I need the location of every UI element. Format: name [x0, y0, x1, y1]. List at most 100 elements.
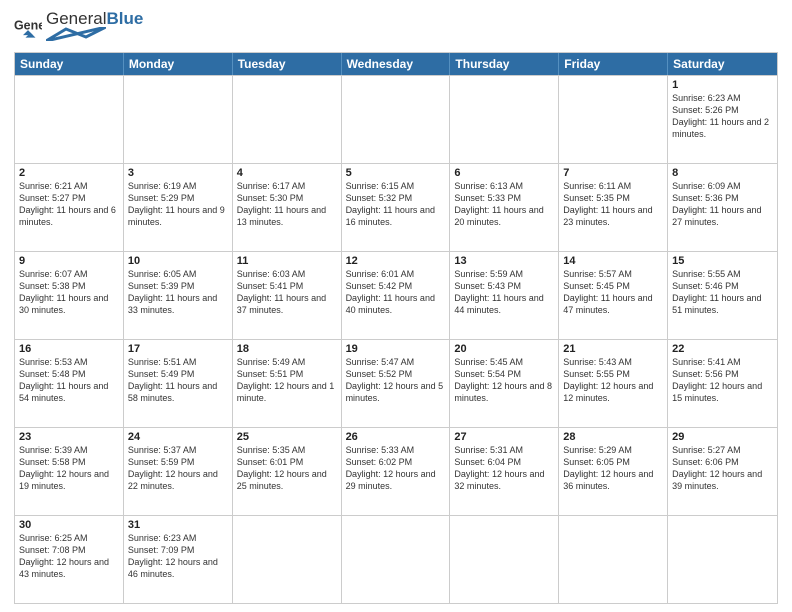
calendar-body: 1Sunrise: 6:23 AM Sunset: 5:26 PM Daylig…: [15, 75, 777, 603]
calendar-day-24: 24Sunrise: 5:37 AM Sunset: 5:59 PM Dayli…: [124, 428, 233, 515]
day-info: Sunrise: 6:13 AM Sunset: 5:33 PM Dayligh…: [454, 180, 554, 229]
calendar-row-3: 9Sunrise: 6:07 AM Sunset: 5:38 PM Daylig…: [15, 251, 777, 339]
day-info: Sunrise: 5:53 AM Sunset: 5:48 PM Dayligh…: [19, 356, 119, 405]
day-number: 25: [237, 431, 337, 443]
day-number: 24: [128, 431, 228, 443]
calendar-day-5: 5Sunrise: 6:15 AM Sunset: 5:32 PM Daylig…: [342, 164, 451, 251]
day-number: 13: [454, 255, 554, 267]
page: General GeneralBlue SundayMondayTuesdayW…: [0, 0, 792, 612]
calendar-day-26: 26Sunrise: 5:33 AM Sunset: 6:02 PM Dayli…: [342, 428, 451, 515]
day-info: Sunrise: 5:57 AM Sunset: 5:45 PM Dayligh…: [563, 268, 663, 317]
day-info: Sunrise: 5:43 AM Sunset: 5:55 PM Dayligh…: [563, 356, 663, 405]
calendar-day-6: 6Sunrise: 6:13 AM Sunset: 5:33 PM Daylig…: [450, 164, 559, 251]
calendar-day-25: 25Sunrise: 5:35 AM Sunset: 6:01 PM Dayli…: [233, 428, 342, 515]
day-info: Sunrise: 5:29 AM Sunset: 6:05 PM Dayligh…: [563, 444, 663, 493]
day-number: 8: [672, 167, 773, 179]
calendar-day-27: 27Sunrise: 5:31 AM Sunset: 6:04 PM Dayli…: [450, 428, 559, 515]
day-number: 16: [19, 343, 119, 355]
day-info: Sunrise: 6:23 AM Sunset: 5:26 PM Dayligh…: [672, 92, 773, 141]
calendar-day-empty: [15, 76, 124, 163]
calendar-day-16: 16Sunrise: 5:53 AM Sunset: 5:48 PM Dayli…: [15, 340, 124, 427]
day-info: Sunrise: 5:41 AM Sunset: 5:56 PM Dayligh…: [672, 356, 773, 405]
weekday-header-tuesday: Tuesday: [233, 53, 342, 75]
day-info: Sunrise: 5:39 AM Sunset: 5:58 PM Dayligh…: [19, 444, 119, 493]
calendar-row-6: 30Sunrise: 6:25 AM Sunset: 7:08 PM Dayli…: [15, 515, 777, 603]
day-info: Sunrise: 5:49 AM Sunset: 5:51 PM Dayligh…: [237, 356, 337, 405]
calendar: SundayMondayTuesdayWednesdayThursdayFrid…: [14, 52, 778, 604]
calendar-day-22: 22Sunrise: 5:41 AM Sunset: 5:56 PM Dayli…: [668, 340, 777, 427]
calendar-day-empty: [559, 516, 668, 603]
day-info: Sunrise: 5:27 AM Sunset: 6:06 PM Dayligh…: [672, 444, 773, 493]
calendar-day-14: 14Sunrise: 5:57 AM Sunset: 5:45 PM Dayli…: [559, 252, 668, 339]
day-info: Sunrise: 6:25 AM Sunset: 7:08 PM Dayligh…: [19, 532, 119, 581]
calendar-day-30: 30Sunrise: 6:25 AM Sunset: 7:08 PM Dayli…: [15, 516, 124, 603]
day-number: 27: [454, 431, 554, 443]
day-info: Sunrise: 6:01 AM Sunset: 5:42 PM Dayligh…: [346, 268, 446, 317]
day-info: Sunrise: 6:09 AM Sunset: 5:36 PM Dayligh…: [672, 180, 773, 229]
calendar-day-31: 31Sunrise: 6:23 AM Sunset: 7:09 PM Dayli…: [124, 516, 233, 603]
day-number: 20: [454, 343, 554, 355]
day-number: 17: [128, 343, 228, 355]
day-number: 29: [672, 431, 773, 443]
calendar-day-12: 12Sunrise: 6:01 AM Sunset: 5:42 PM Dayli…: [342, 252, 451, 339]
day-number: 31: [128, 519, 228, 531]
day-info: Sunrise: 5:51 AM Sunset: 5:49 PM Dayligh…: [128, 356, 228, 405]
day-info: Sunrise: 5:35 AM Sunset: 6:01 PM Dayligh…: [237, 444, 337, 493]
weekday-header-friday: Friday: [559, 53, 668, 75]
day-number: 3: [128, 167, 228, 179]
day-number: 28: [563, 431, 663, 443]
day-number: 10: [128, 255, 228, 267]
day-info: Sunrise: 6:23 AM Sunset: 7:09 PM Dayligh…: [128, 532, 228, 581]
day-number: 9: [19, 255, 119, 267]
calendar-day-empty: [668, 516, 777, 603]
calendar-day-2: 2Sunrise: 6:21 AM Sunset: 5:27 PM Daylig…: [15, 164, 124, 251]
calendar-header: SundayMondayTuesdayWednesdayThursdayFrid…: [15, 53, 777, 75]
calendar-row-2: 2Sunrise: 6:21 AM Sunset: 5:27 PM Daylig…: [15, 163, 777, 251]
logo-blue: Blue: [106, 9, 143, 28]
calendar-day-empty: [124, 76, 233, 163]
weekday-header-sunday: Sunday: [15, 53, 124, 75]
day-number: 14: [563, 255, 663, 267]
calendar-day-17: 17Sunrise: 5:51 AM Sunset: 5:49 PM Dayli…: [124, 340, 233, 427]
weekday-header-monday: Monday: [124, 53, 233, 75]
calendar-day-3: 3Sunrise: 6:19 AM Sunset: 5:29 PM Daylig…: [124, 164, 233, 251]
calendar-day-15: 15Sunrise: 5:55 AM Sunset: 5:46 PM Dayli…: [668, 252, 777, 339]
calendar-row-1: 1Sunrise: 6:23 AM Sunset: 5:26 PM Daylig…: [15, 75, 777, 163]
weekday-header-thursday: Thursday: [450, 53, 559, 75]
day-number: 22: [672, 343, 773, 355]
calendar-day-23: 23Sunrise: 5:39 AM Sunset: 5:58 PM Dayli…: [15, 428, 124, 515]
logo-general: General: [46, 9, 106, 28]
day-number: 5: [346, 167, 446, 179]
calendar-day-empty: [233, 76, 342, 163]
day-info: Sunrise: 5:55 AM Sunset: 5:46 PM Dayligh…: [672, 268, 773, 317]
day-info: Sunrise: 6:15 AM Sunset: 5:32 PM Dayligh…: [346, 180, 446, 229]
day-info: Sunrise: 5:45 AM Sunset: 5:54 PM Dayligh…: [454, 356, 554, 405]
day-info: Sunrise: 6:03 AM Sunset: 5:41 PM Dayligh…: [237, 268, 337, 317]
day-info: Sunrise: 5:47 AM Sunset: 5:52 PM Dayligh…: [346, 356, 446, 405]
weekday-header-saturday: Saturday: [668, 53, 777, 75]
calendar-day-4: 4Sunrise: 6:17 AM Sunset: 5:30 PM Daylig…: [233, 164, 342, 251]
calendar-day-20: 20Sunrise: 5:45 AM Sunset: 5:54 PM Dayli…: [450, 340, 559, 427]
calendar-day-empty: [450, 516, 559, 603]
day-info: Sunrise: 6:21 AM Sunset: 5:27 PM Dayligh…: [19, 180, 119, 229]
calendar-row-5: 23Sunrise: 5:39 AM Sunset: 5:58 PM Dayli…: [15, 427, 777, 515]
calendar-day-8: 8Sunrise: 6:09 AM Sunset: 5:36 PM Daylig…: [668, 164, 777, 251]
calendar-day-empty: [342, 76, 451, 163]
calendar-day-19: 19Sunrise: 5:47 AM Sunset: 5:52 PM Dayli…: [342, 340, 451, 427]
day-info: Sunrise: 5:31 AM Sunset: 6:04 PM Dayligh…: [454, 444, 554, 493]
generalblue-logo-icon: General: [14, 14, 42, 42]
header: General GeneralBlue: [14, 10, 778, 46]
day-number: 11: [237, 255, 337, 267]
day-number: 7: [563, 167, 663, 179]
day-number: 2: [19, 167, 119, 179]
weekday-header-wednesday: Wednesday: [342, 53, 451, 75]
calendar-day-empty: [342, 516, 451, 603]
day-info: Sunrise: 5:37 AM Sunset: 5:59 PM Dayligh…: [128, 444, 228, 493]
day-info: Sunrise: 5:33 AM Sunset: 6:02 PM Dayligh…: [346, 444, 446, 493]
day-number: 21: [563, 343, 663, 355]
day-info: Sunrise: 6:07 AM Sunset: 5:38 PM Dayligh…: [19, 268, 119, 317]
day-number: 19: [346, 343, 446, 355]
calendar-row-4: 16Sunrise: 5:53 AM Sunset: 5:48 PM Dayli…: [15, 339, 777, 427]
day-number: 1: [672, 79, 773, 91]
calendar-day-13: 13Sunrise: 5:59 AM Sunset: 5:43 PM Dayli…: [450, 252, 559, 339]
